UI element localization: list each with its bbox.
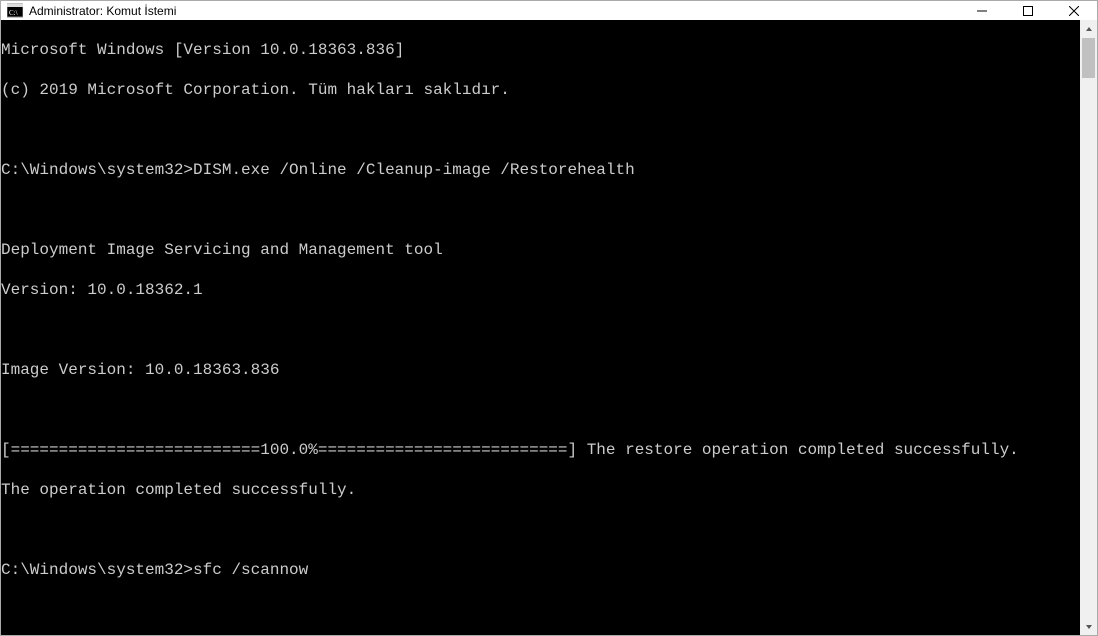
console-line: The operation completed successfully. bbox=[1, 480, 1080, 500]
console-line: (c) 2019 Microsoft Corporation. Tüm hakl… bbox=[1, 80, 1080, 100]
console-line: Version: 10.0.18362.1 bbox=[1, 280, 1080, 300]
console-line: C:\Windows\system32>DISM.exe /Online /Cl… bbox=[1, 160, 1080, 180]
close-button[interactable] bbox=[1051, 1, 1097, 20]
maximize-button[interactable] bbox=[1005, 1, 1051, 20]
console-output[interactable]: Microsoft Windows [Version 10.0.18363.83… bbox=[1, 20, 1080, 635]
scroll-thumb[interactable] bbox=[1082, 38, 1095, 78]
console-line: C:\Windows\system32>sfc /scannow bbox=[1, 560, 1080, 580]
command-prompt-window: C:\ Administrator: Komut İstemi Microsof… bbox=[0, 0, 1098, 636]
minimize-button[interactable] bbox=[959, 1, 1005, 20]
titlebar[interactable]: C:\ Administrator: Komut İstemi bbox=[1, 1, 1097, 20]
console-line: Microsoft Windows [Version 10.0.18363.83… bbox=[1, 40, 1080, 60]
window-title: Administrator: Komut İstemi bbox=[29, 4, 176, 18]
console-line bbox=[1, 320, 1080, 340]
console-line bbox=[1, 120, 1080, 140]
window-controls bbox=[959, 1, 1097, 20]
command: sfc /scannow bbox=[193, 561, 308, 579]
console-line bbox=[1, 400, 1080, 420]
console-line: [==========================100.0%=======… bbox=[1, 440, 1080, 460]
svg-text:C:\: C:\ bbox=[9, 9, 18, 17]
prompt: C:\Windows\system32> bbox=[1, 561, 193, 579]
console-line bbox=[1, 200, 1080, 220]
command: DISM.exe /Online /Cleanup-image /Restore… bbox=[193, 161, 635, 179]
vertical-scrollbar[interactable] bbox=[1080, 20, 1097, 635]
console-line: Deployment Image Servicing and Managemen… bbox=[1, 240, 1080, 260]
console-line: Image Version: 10.0.18363.836 bbox=[1, 360, 1080, 380]
scroll-up-arrow-icon[interactable] bbox=[1080, 20, 1097, 37]
client-area: Microsoft Windows [Version 10.0.18363.83… bbox=[1, 20, 1097, 635]
cmd-icon: C:\ bbox=[7, 3, 23, 19]
scroll-down-arrow-icon[interactable] bbox=[1080, 618, 1097, 635]
prompt: C:\Windows\system32> bbox=[1, 161, 193, 179]
console-line bbox=[1, 600, 1080, 620]
console-line bbox=[1, 520, 1080, 540]
